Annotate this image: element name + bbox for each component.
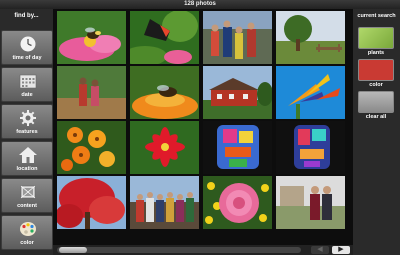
color-chip-label: color xyxy=(369,82,383,88)
date-button[interactable]: date xyxy=(1,67,53,102)
scrollbar-thumb[interactable] xyxy=(59,247,87,253)
photo-count-title: 128 photos xyxy=(184,1,216,7)
date-label: date xyxy=(21,92,33,98)
pagination-bar: ◀ ▶ xyxy=(53,245,353,255)
find-by-header: find by... xyxy=(14,13,39,19)
time-of-day-button[interactable]: time of day xyxy=(1,30,53,65)
photo-browser: 128 photos find by... time of day date f… xyxy=(0,0,400,255)
title-bar: 128 photos xyxy=(0,0,400,9)
prev-page-button[interactable]: ◀ xyxy=(311,246,329,254)
time-of-day-label: time of day xyxy=(12,55,42,61)
palette-icon xyxy=(20,222,36,236)
photo-red-tree[interactable] xyxy=(57,176,126,229)
photo-yellow-flowers-pink-rose[interactable] xyxy=(203,176,272,229)
current-search-panel: current search plants color clear all xyxy=(353,9,400,255)
photo-bee-flower[interactable] xyxy=(57,11,126,64)
color-button[interactable]: color xyxy=(1,215,53,250)
clear-all-swatch xyxy=(358,91,394,113)
photo-people-field[interactable] xyxy=(57,66,126,119)
photo-couple-portrait[interactable] xyxy=(276,176,345,229)
clear-all-label: clear all xyxy=(365,114,387,120)
photo-grid xyxy=(53,9,353,245)
house-icon xyxy=(19,147,37,163)
location-button[interactable]: location xyxy=(1,141,53,176)
content-button[interactable]: content xyxy=(1,178,53,213)
color-filter-chip[interactable]: color xyxy=(358,59,394,88)
content-icon xyxy=(20,185,36,199)
next-page-button[interactable]: ▶ xyxy=(332,246,350,254)
photo-red-house[interactable] xyxy=(203,66,272,119)
calendar-icon xyxy=(19,74,37,89)
photo-bee-flower-2[interactable] xyxy=(130,66,199,119)
photo-colorful-figure[interactable] xyxy=(203,121,272,174)
gear-icon xyxy=(20,110,36,126)
photo-colorful-figure-2[interactable] xyxy=(276,121,345,174)
features-label: features xyxy=(16,129,38,135)
clock-icon xyxy=(20,36,36,52)
content-label: content xyxy=(17,203,37,209)
photo-bird-of-paradise[interactable] xyxy=(276,66,345,119)
photo-red-flower[interactable] xyxy=(130,121,199,174)
photo-group-people[interactable] xyxy=(130,176,199,229)
photo-orange-flowers[interactable] xyxy=(57,121,126,174)
color-swatch xyxy=(358,59,394,81)
photo-butterfly[interactable] xyxy=(130,11,199,64)
plants-swatch xyxy=(358,27,394,49)
current-search-header: current search xyxy=(357,13,396,19)
find-by-sidebar: find by... time of day date features loc… xyxy=(0,9,53,255)
plants-filter-chip[interactable]: plants xyxy=(358,27,394,56)
clear-all-button[interactable]: clear all xyxy=(358,91,394,120)
photo-tree-landscape[interactable] xyxy=(276,11,345,64)
location-label: location xyxy=(16,166,38,172)
color-label: color xyxy=(20,240,34,246)
photo-people-crowd[interactable] xyxy=(203,11,272,64)
features-button[interactable]: features xyxy=(1,104,53,139)
plants-chip-label: plants xyxy=(367,50,385,56)
scrollbar-track[interactable] xyxy=(57,247,301,253)
